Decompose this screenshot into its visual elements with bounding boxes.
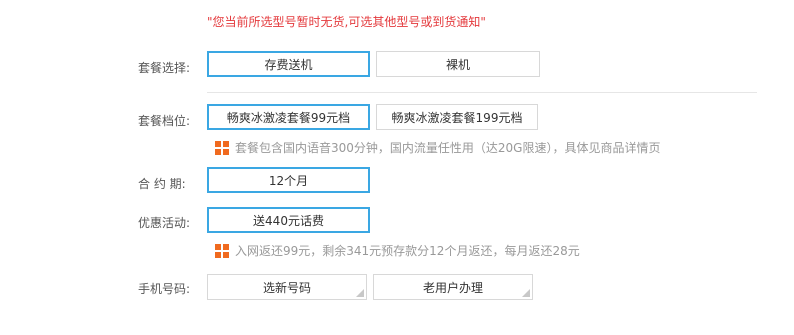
plan-option-99[interactable]: 畅爽冰激凌套餐99元档 bbox=[207, 104, 370, 130]
select-new-number-label: 选新号码 bbox=[262, 280, 311, 295]
plan-option-199[interactable]: 畅爽冰激凌套餐199元档 bbox=[376, 104, 538, 130]
package-option-contract[interactable]: 存费送机 bbox=[207, 51, 370, 77]
windows-grid-icon bbox=[215, 243, 229, 258]
corner-triangle-icon bbox=[522, 289, 530, 297]
contract-label: 合 约 期: bbox=[138, 177, 186, 191]
existing-user-label: 老用户办理 bbox=[422, 280, 483, 295]
package-option-bare-phone[interactable]: 裸机 bbox=[376, 51, 540, 77]
existing-user-button[interactable]: 老用户办理 bbox=[373, 274, 533, 300]
promo-tip-text: 入网返还99元，剩余341元预存款分12个月返还，每月返还28元 bbox=[235, 244, 580, 258]
promo-tip: 入网返还99元，剩余341元预存款分12个月返还，每月返还28元 bbox=[215, 242, 580, 259]
corner-triangle-icon bbox=[356, 289, 364, 297]
plan-tip-text: 套餐包含国内语音300分钟，国内流量任性用（达20G限速），具体见商品详情页 bbox=[235, 141, 661, 155]
promo-option-440[interactable]: 送440元话费 bbox=[207, 207, 370, 233]
package-label: 套餐选择: bbox=[138, 61, 191, 75]
promo-label: 优惠活动: bbox=[138, 216, 191, 230]
plan-tip: 套餐包含国内语音300分钟，国内流量任性用（达20G限速），具体见商品详情页 bbox=[215, 139, 660, 156]
windows-grid-icon bbox=[215, 140, 229, 155]
select-new-number-button[interactable]: 选新号码 bbox=[207, 274, 367, 300]
contract-option-12-months[interactable]: 12个月 bbox=[207, 167, 370, 193]
section-divider bbox=[207, 92, 757, 93]
phone-label: 手机号码: bbox=[138, 282, 191, 296]
stock-notice: "您当前所选型号暂时无货,可选其他型号或到货通知" bbox=[207, 15, 486, 29]
plan-label: 套餐档位: bbox=[138, 114, 191, 128]
